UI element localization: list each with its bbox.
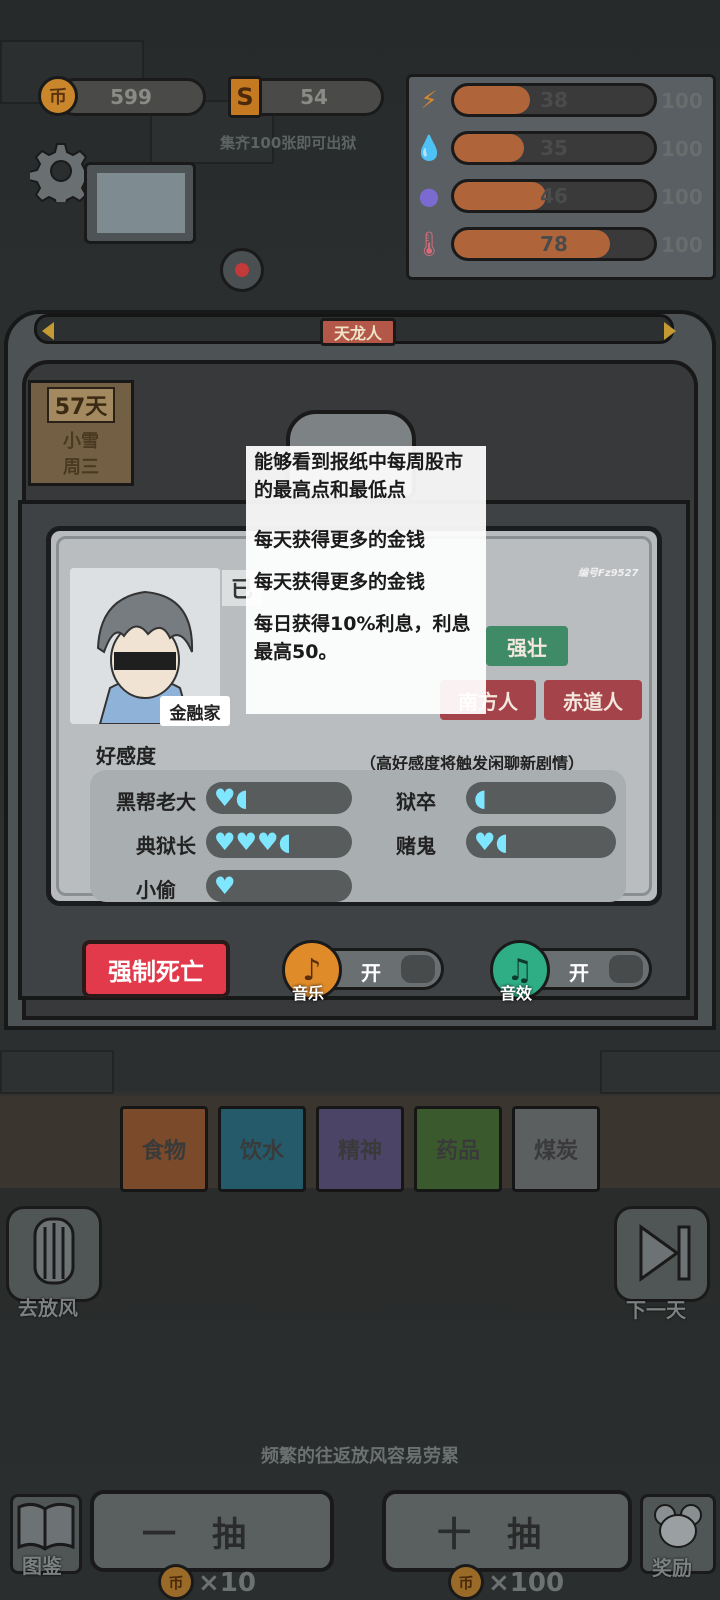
coin-counter: 599 — [56, 78, 206, 116]
calendar-weekday: 周三 — [63, 457, 99, 478]
door-icon — [33, 1217, 75, 1285]
sfx-knob[interactable] — [609, 955, 643, 983]
trait-tooltip: 能够看到报纸中每周股市的最高点和最低点 每天获得更多的金钱 每天获得更多的金钱 … — [246, 446, 486, 714]
affinity-label-guard: 狱卒 — [396, 790, 436, 814]
draw-one-button[interactable]: 一抽 — [90, 1490, 334, 1572]
energy-bar: 38 — [451, 83, 657, 117]
draw-one-cost: ×10 — [198, 1568, 256, 1598]
next-arrow-icon[interactable] — [664, 322, 676, 340]
affinity-bar-thief: ♥ — [206, 870, 352, 902]
calendar-day: 57天 — [46, 387, 116, 423]
mouse-icon — [654, 1504, 702, 1548]
affinity-label-warden: 典狱长 — [136, 834, 196, 858]
affinity-label-gang-boss: 黑帮老大 — [116, 790, 196, 814]
coin-icon: 币 — [38, 76, 78, 116]
tooltip-line: 能够看到报纸中每周股市的最高点和最低点 — [254, 451, 464, 501]
energy-value: 38 — [540, 88, 568, 112]
inventory-coal[interactable]: 煤炭 — [512, 1106, 600, 1192]
affinity-label-thief: 小偷 — [136, 878, 176, 902]
ticket-counter: 54 — [244, 78, 384, 116]
go-out-button[interactable] — [6, 1206, 102, 1302]
energy-max: 100 — [661, 89, 703, 113]
gear-icon[interactable] — [28, 140, 94, 209]
affinity-bar-gambler: ♥◖ — [466, 826, 616, 858]
mind-bar: 46 — [451, 179, 657, 213]
draw-ten-button[interactable]: 十抽 — [382, 1490, 632, 1572]
next-day-icon — [639, 1224, 691, 1282]
temperature-bar: 78 — [451, 227, 657, 261]
sfx-state: 开 — [569, 961, 589, 985]
water-max: 100 — [661, 137, 703, 161]
temperature-value: 78 — [540, 232, 568, 256]
coin-icon: 币 — [158, 1564, 194, 1600]
next-day-label: 下一天 — [626, 1298, 686, 1322]
mind-value: 46 — [540, 184, 568, 208]
monitor — [84, 162, 196, 244]
force-death-button[interactable]: 强制死亡 — [82, 940, 230, 998]
affinity-bar-gang-boss: ♥◖ — [206, 782, 352, 814]
ticket-count: 54 — [300, 85, 328, 109]
music-state: 开 — [361, 961, 381, 985]
sfx-label: 音效 — [500, 984, 533, 1003]
wall-brick — [600, 1050, 720, 1094]
ticket-icon: S — [228, 76, 262, 118]
temperature-max: 100 — [661, 233, 703, 257]
calendar: 57天 小雪 周三 — [28, 380, 134, 486]
lightning-icon: ⚡ — [420, 86, 438, 114]
go-out-label: 去放风 — [18, 1296, 78, 1320]
monitor-screen — [97, 173, 185, 233]
affinity-label-gambler: 赌鬼 — [396, 834, 436, 858]
wall-brick — [0, 1050, 114, 1094]
tooltip-line: 每日获得10%利息，利息最高50。 — [254, 613, 471, 663]
bottom-hint: 频繁的往返放风容易劳累 — [261, 1446, 459, 1467]
inventory-medicine[interactable]: 药品 — [414, 1106, 502, 1192]
calendar-weather: 小雪 — [63, 431, 99, 452]
ticket-hint: 集齐100张即可出狱 — [220, 134, 357, 152]
next-day-button[interactable] — [614, 1206, 710, 1302]
coin-count: 599 — [110, 85, 152, 109]
inventory-mind[interactable]: 精神 — [316, 1106, 404, 1192]
inventory-water[interactable]: 饮水 — [218, 1106, 306, 1192]
draw-ten-cost: ×100 — [488, 1568, 565, 1598]
thermometer-icon: 🌡 — [413, 230, 445, 258]
coin-icon: 币 — [448, 1564, 484, 1600]
serial-number: 编号Fz9527 — [578, 568, 639, 579]
affinity-bar-guard: ◖ — [466, 782, 616, 814]
brain-icon: ● — [418, 182, 440, 210]
water-drop-icon: 💧 — [414, 134, 444, 162]
mind-max: 100 — [661, 185, 703, 209]
water-value: 35 — [540, 136, 568, 160]
tooltip-line: 每天获得更多的金钱 — [254, 529, 426, 551]
reward-label: 奖励 — [652, 1556, 692, 1580]
inventory-food[interactable]: 食物 — [120, 1106, 208, 1192]
book-icon — [17, 1502, 75, 1551]
music-knob[interactable] — [401, 955, 435, 983]
camera-icon — [220, 248, 264, 292]
tooltip-line: 每天获得更多的金钱 — [254, 571, 426, 593]
affinity-bar-warden: ♥♥♥◖ — [206, 826, 352, 858]
trait-strong[interactable]: 强壮 — [486, 626, 568, 666]
codex-label: 图鉴 — [22, 1554, 62, 1578]
prev-arrow-icon[interactable] — [42, 322, 54, 340]
music-label: 音乐 — [292, 984, 325, 1003]
affinity-title: 好感度 — [96, 744, 156, 768]
title-tag: 天龙人 — [320, 318, 396, 346]
water-bar: 35 — [451, 131, 657, 165]
trait-equatorial[interactable]: 赤道人 — [544, 680, 642, 720]
stats-panel: ⚡ 38 100 💧 35 100 ● 46 100 🌡 78 100 — [406, 74, 716, 280]
role-label: 金融家 — [160, 696, 230, 726]
